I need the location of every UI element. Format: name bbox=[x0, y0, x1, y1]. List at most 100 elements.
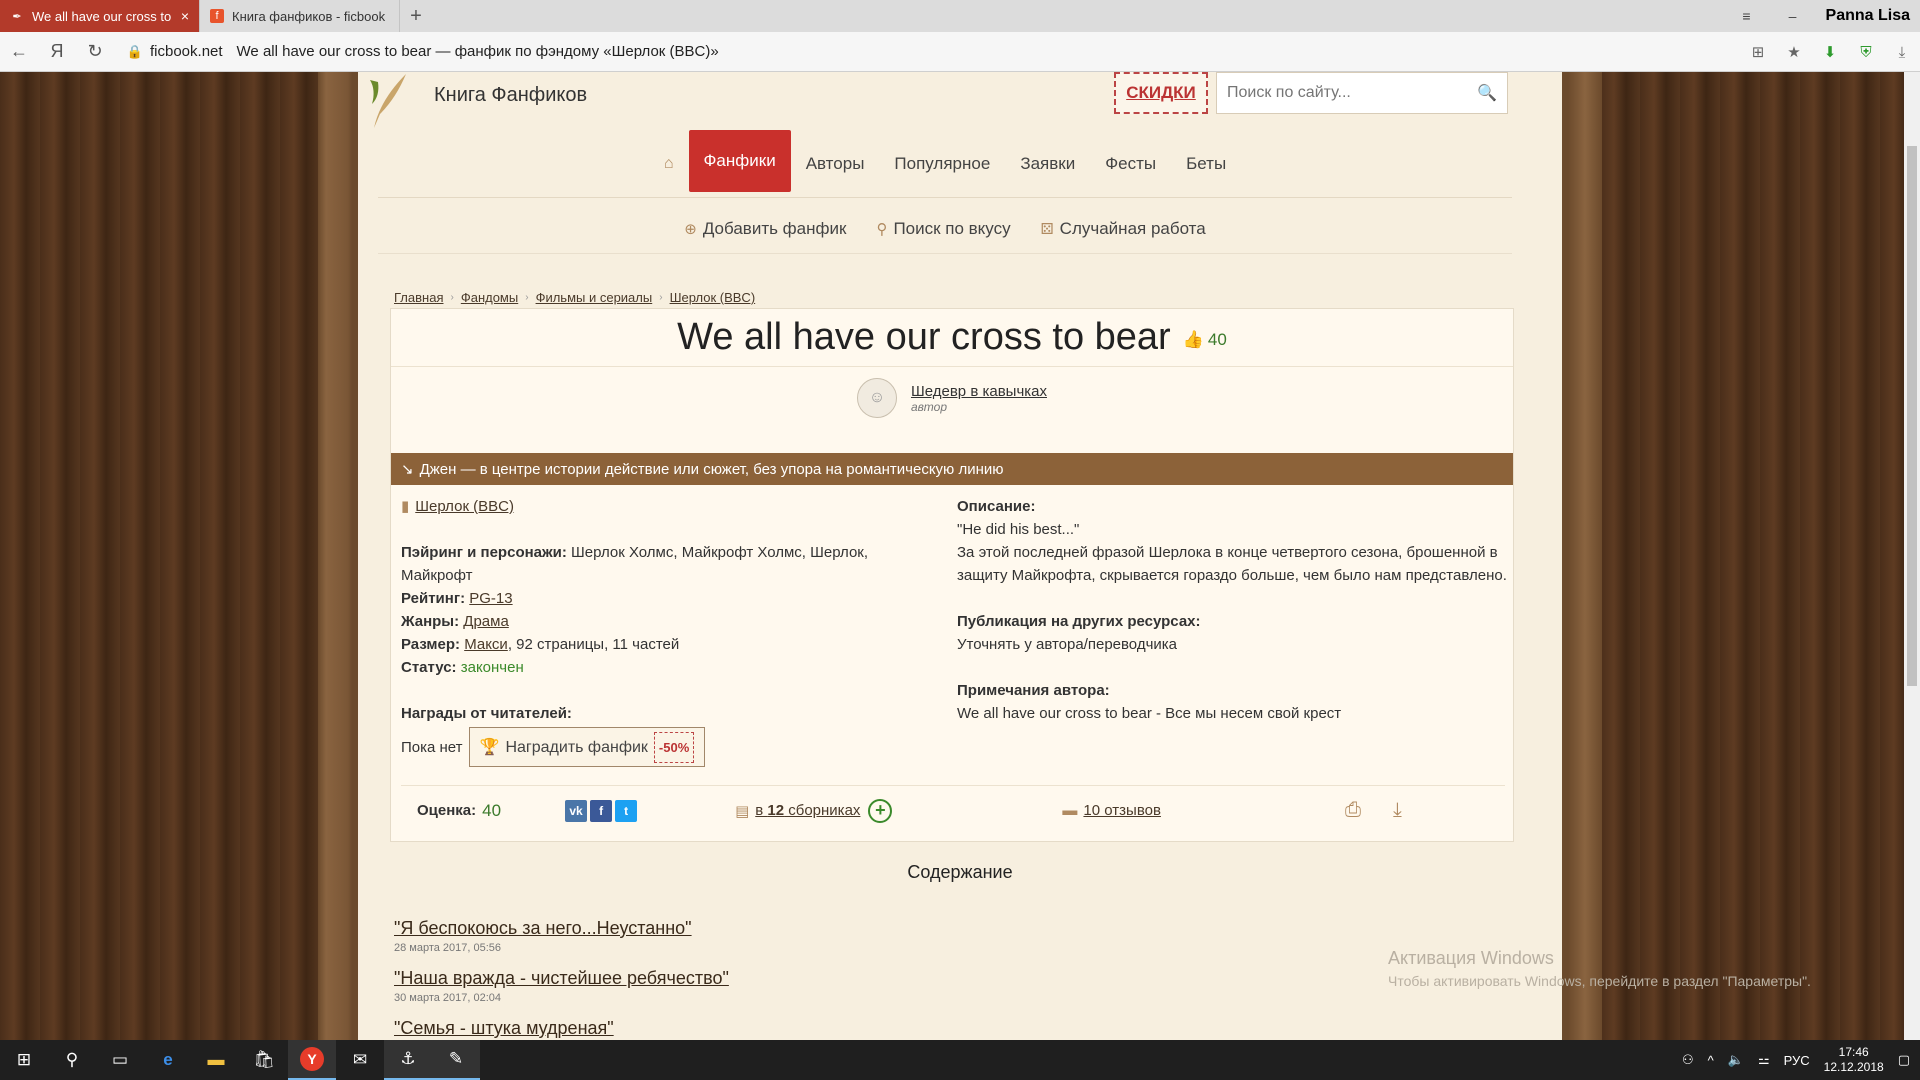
nav-requests[interactable]: Заявки bbox=[1005, 133, 1090, 195]
likes-counter[interactable]: 👍 40 bbox=[1183, 330, 1227, 350]
windows-activation-watermark: Активация Windows Чтобы активировать Win… bbox=[1388, 948, 1811, 989]
chapter-link[interactable]: "Семья - штука мудреная" bbox=[394, 1018, 729, 1039]
nav-authors[interactable]: Авторы bbox=[791, 133, 880, 195]
close-tab-icon[interactable]: × bbox=[181, 8, 189, 24]
search-icon[interactable]: ⚲ bbox=[48, 1040, 96, 1080]
thumbs-up-icon: 👍 bbox=[1182, 329, 1204, 349]
status-value: закончен bbox=[460, 659, 524, 676]
breadcrumb-fandoms[interactable]: Фандомы bbox=[461, 290, 518, 305]
random-work-link[interactable]: ⚄ Случайная работа bbox=[1041, 219, 1206, 239]
page-scrollbar[interactable] bbox=[1904, 72, 1920, 1040]
reload-icon[interactable]: ↻ bbox=[76, 41, 114, 62]
mail-icon[interactable]: ✉ bbox=[336, 1040, 384, 1080]
menu-icon[interactable]: ≡ bbox=[1724, 8, 1770, 24]
search-icon[interactable]: 🔍 bbox=[1477, 83, 1497, 103]
comment-icon: ▬ bbox=[1062, 802, 1078, 819]
fic-card-footer: Оценка: 40 vk f t ▤ в 12 сборниках + ▬ 1… bbox=[401, 785, 1505, 835]
author-name[interactable]: Шедевр в кавычках bbox=[911, 383, 1047, 400]
page-content: Книга Фанфиков СКИДКИ 🔍 ⌂ Фанфики Авторы… bbox=[358, 72, 1562, 1040]
author-notes-label: Примечания автора: bbox=[957, 682, 1110, 699]
genres-label: Жанры: bbox=[401, 613, 460, 630]
windows-taskbar: ⊞ ⚲ ▭ e ▬ 🛍 Y ✉ ⚓ ✎ ⚇ ^ 🔈 ⚍ РУС 17:46 12… bbox=[0, 1040, 1920, 1080]
sale-button[interactable]: СКИДКИ bbox=[1114, 72, 1208, 114]
list-item: "Семья - штука мудреная" bbox=[394, 1018, 729, 1039]
nav-fests[interactable]: Фесты bbox=[1090, 133, 1171, 195]
minimize-icon[interactable]: – bbox=[1770, 8, 1816, 24]
frame-right bbox=[1568, 72, 1602, 1040]
home-icon[interactable]: ⌂ bbox=[649, 133, 689, 195]
quill-logo-icon bbox=[370, 74, 406, 128]
breadcrumb-fandom[interactable]: Шерлок (BBC) bbox=[670, 290, 756, 305]
edge-icon[interactable]: e bbox=[144, 1040, 192, 1080]
collection-icon: ▤ bbox=[735, 802, 750, 820]
fandom-link[interactable]: Шерлок (BBC) bbox=[415, 498, 514, 515]
task-view-icon[interactable]: ▭ bbox=[96, 1040, 144, 1080]
yandex-logo-icon[interactable]: Я bbox=[38, 41, 76, 62]
search-input[interactable] bbox=[1227, 84, 1478, 102]
people-icon[interactable]: ⚇ bbox=[1682, 1052, 1694, 1068]
size-link[interactable]: Макси bbox=[464, 636, 508, 653]
nav-fanfics[interactable]: Фанфики bbox=[688, 129, 791, 192]
new-tab-button[interactable]: + bbox=[400, 0, 432, 32]
vk-share-icon[interactable]: vk bbox=[565, 799, 588, 822]
twitter-share-icon[interactable]: t bbox=[615, 799, 638, 822]
yandex-browser-icon[interactable]: Y bbox=[288, 1040, 336, 1080]
print-icon[interactable]: ⎙ bbox=[1345, 799, 1361, 822]
add-to-collection-icon[interactable]: + bbox=[868, 798, 893, 823]
windows-start-icon[interactable]: ⊞ bbox=[0, 1040, 48, 1080]
store-icon[interactable]: 🛍 bbox=[240, 1040, 288, 1080]
adblock-shield-icon[interactable]: ⛨ bbox=[1848, 44, 1884, 61]
breadcrumb-home[interactable]: Главная bbox=[394, 290, 443, 305]
nav-betas[interactable]: Беты bbox=[1171, 133, 1241, 195]
reviews-link[interactable]: ▬ 10 отзывов bbox=[1062, 802, 1161, 819]
breadcrumb-separator: › bbox=[659, 292, 663, 303]
reviews-text: 10 отзывов bbox=[1083, 802, 1161, 819]
site-logo[interactable]: Книга Фанфиков bbox=[434, 84, 587, 107]
url-host[interactable]: ficbook.net bbox=[150, 43, 223, 60]
downloads-icon[interactable]: ⤓ bbox=[1884, 44, 1920, 61]
translate-icon[interactable]: ⊞ bbox=[1740, 43, 1776, 61]
tray-chevron-icon[interactable]: ^ bbox=[1708, 1053, 1714, 1068]
collections-link[interactable]: ▤ в 12 сборниках + bbox=[735, 798, 893, 823]
nav-popular[interactable]: Популярное bbox=[879, 133, 1005, 195]
facebook-share-icon[interactable]: f bbox=[590, 799, 613, 822]
add-fanfic-link[interactable]: ⊕ Добавить фанфик bbox=[684, 219, 846, 239]
clock[interactable]: 17:46 12.12.2018 bbox=[1824, 1045, 1884, 1075]
extension-download-icon[interactable]: ⬇ bbox=[1812, 43, 1848, 61]
breadcrumb-films[interactable]: Фильмы и сериалы bbox=[536, 290, 653, 305]
collections-suffix: сборниках bbox=[784, 802, 861, 819]
download-icon[interactable]: ⤓ bbox=[1393, 799, 1402, 822]
keyboard-language[interactable]: РУС bbox=[1784, 1053, 1810, 1068]
browser-tab-active[interactable]: ✒ We all have our cross to bear × bbox=[0, 0, 200, 32]
fandom-row: ▮ Шерлок (BBC) bbox=[401, 495, 931, 518]
network-icon[interactable]: ⚍ bbox=[1758, 1052, 1770, 1068]
notifications-icon[interactable]: ▢ bbox=[1898, 1052, 1910, 1068]
taste-search-link[interactable]: ⚲ Поиск по вкусу bbox=[876, 219, 1010, 239]
likes-value: 40 bbox=[1207, 329, 1227, 349]
award-button[interactable]: 🏆 Наградить фанфик -50% bbox=[468, 727, 706, 767]
address-bar-actions: ⊞ ★ ⬇ ⛨ ⤓ bbox=[1740, 32, 1920, 72]
file-explorer-icon[interactable]: ▬ bbox=[192, 1040, 240, 1080]
chapter-link[interactable]: "Наша вражда - чистейшее ребячество" bbox=[394, 968, 729, 989]
game-app-icon[interactable]: ⚓ bbox=[384, 1040, 432, 1080]
profile-name[interactable]: Panna Lisa bbox=[1816, 7, 1920, 25]
scrollbar-thumb[interactable] bbox=[1907, 146, 1917, 686]
chapter-link[interactable]: "Я беспокоюсь за него...Неустанно" bbox=[394, 918, 729, 939]
direction-icon: ↘ bbox=[401, 461, 414, 478]
genre-link[interactable]: Драма bbox=[463, 613, 509, 630]
tab-title: Книга фанфиков - ficbook bbox=[232, 8, 386, 24]
rating-link[interactable]: PG-13 bbox=[469, 590, 512, 607]
bookmark-star-icon[interactable]: ★ bbox=[1776, 43, 1812, 61]
status-label: Статус: bbox=[401, 659, 457, 676]
description-text: За этой последней фразой Шерлока в конце… bbox=[957, 544, 1507, 584]
avatar[interactable]: ☺ bbox=[856, 378, 897, 418]
author-row: ☺ Шедевр в кавычках автор bbox=[391, 375, 1513, 421]
back-arrow-icon[interactable]: ← bbox=[0, 41, 38, 62]
size-details: , 92 страницы, 11 частей bbox=[507, 636, 680, 653]
volume-icon[interactable]: 🔈 bbox=[1728, 1052, 1744, 1068]
list-item: "Я беспокоюсь за него...Неустанно" 28 ма… bbox=[394, 918, 729, 954]
list-item: "Наша вражда - чистейшее ребячество" 30 … bbox=[394, 968, 729, 1004]
paint-app-icon[interactable]: ✎ bbox=[432, 1040, 480, 1080]
url-page-title[interactable]: We all have our cross to bear — фанфик п… bbox=[237, 43, 719, 60]
browser-tab[interactable]: f Книга фанфиков - ficbook bbox=[200, 0, 400, 32]
